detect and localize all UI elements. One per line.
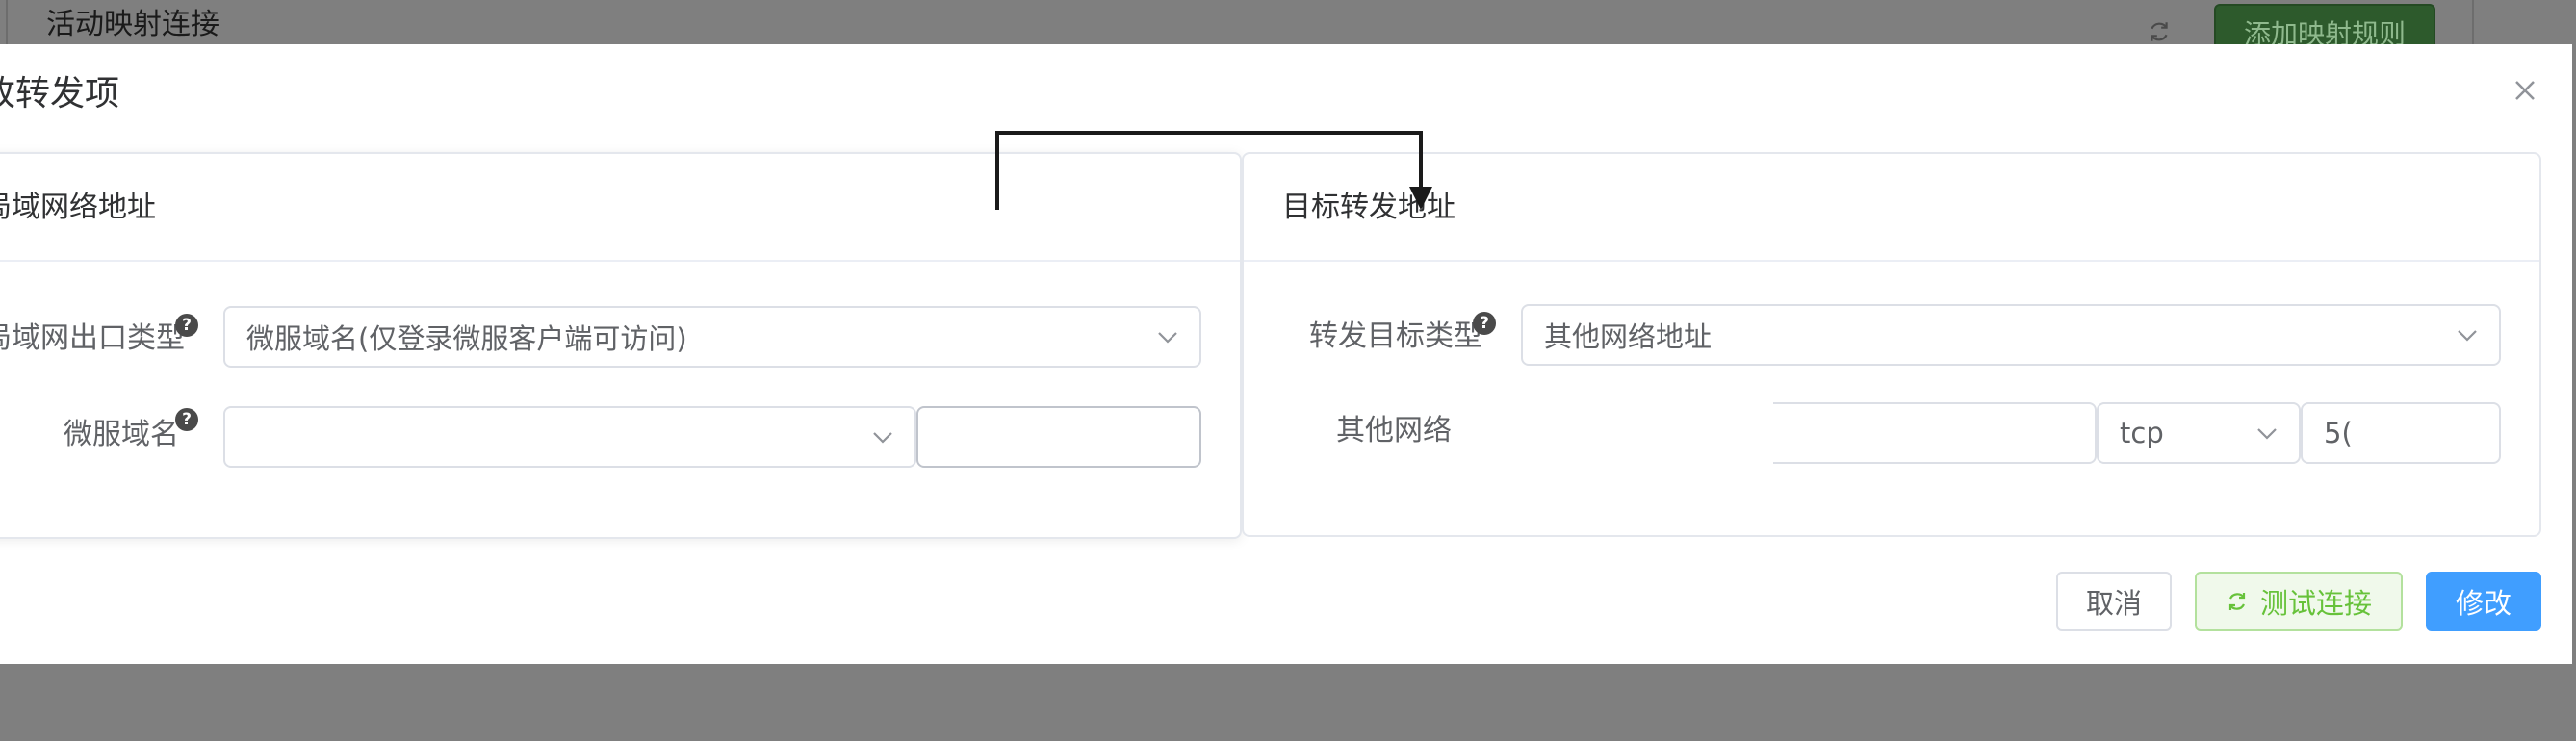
edit-forward-dialog: 改转发项 局域网络地址 局域网出口类型 ? 微服域名(仅登录微服客户端可访问) …: [0, 44, 2572, 664]
port-value: 5(: [2324, 417, 2353, 449]
chevron-down-icon: [1158, 332, 1177, 344]
help-icon[interactable]: ?: [175, 314, 198, 337]
exit-type-label: 局域网出口类型: [0, 321, 185, 355]
network-address-input[interactable]: [1773, 402, 2097, 464]
domain-label: 微服域名: [64, 418, 179, 451]
protocol-select-value: tcp: [2120, 417, 2164, 449]
other-network-label: 其他网络: [1336, 414, 1452, 447]
close-icon: [2515, 81, 2535, 100]
save-button[interactable]: 修改: [2426, 572, 2541, 631]
close-button[interactable]: [2506, 71, 2544, 110]
domain-select[interactable]: [223, 406, 916, 468]
local-network-card-title: 局域网络地址: [0, 191, 156, 224]
exit-type-select[interactable]: 微服域名(仅登录微服客户端可访问): [223, 306, 1201, 368]
exit-type-select-value: 微服域名(仅登录微服客户端可访问): [246, 322, 687, 355]
test-connection-button[interactable]: 测试连接: [2195, 572, 2403, 631]
help-icon[interactable]: ?: [1473, 312, 1496, 335]
dialog-title: 改转发项: [0, 74, 120, 114]
cancel-button[interactable]: 取消: [2056, 572, 2172, 631]
connector-arrow: [995, 131, 1432, 210]
protocol-select[interactable]: tcp: [2097, 402, 2301, 464]
refresh-icon: [2228, 593, 2246, 610]
refresh-icon: [2151, 22, 2168, 41]
background-divider-right: [2472, 0, 2474, 44]
chevron-down-icon: [2257, 428, 2277, 440]
target-type-select-value: 其他网络地址: [1544, 320, 1713, 353]
background-header: 活动映射连接 添加映射规则: [0, 0, 2576, 62]
help-icon[interactable]: ?: [175, 408, 198, 431]
port-input[interactable]: 5(: [2301, 402, 2501, 464]
target-type-label: 转发目标类型: [1309, 319, 1482, 353]
chevron-down-icon: [873, 432, 892, 444]
test-connection-label: 测试连接: [2259, 587, 2372, 620]
chevron-down-icon: [2458, 330, 2477, 342]
target-type-select[interactable]: 其他网络地址: [1521, 304, 2501, 366]
domain-suffix-input[interactable]: [916, 406, 1201, 468]
background-divider-left: [6, 0, 8, 44]
background-section-title: 活动映射连接: [46, 8, 219, 41]
